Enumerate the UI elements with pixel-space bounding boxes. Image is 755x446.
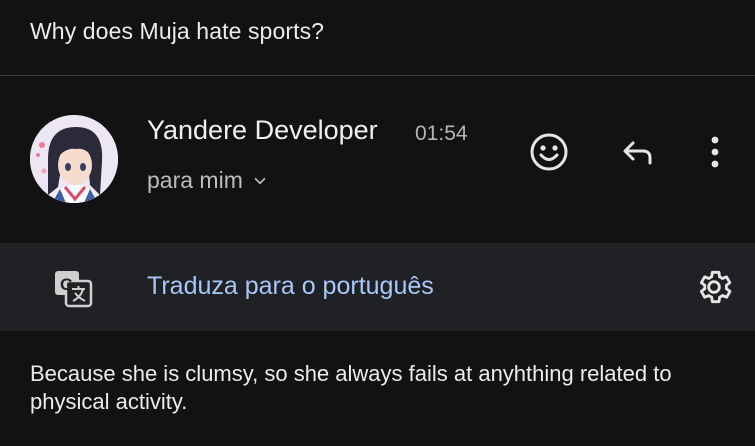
avatar[interactable] — [30, 115, 118, 203]
translate-bar: G Traduza para o português — [0, 243, 755, 331]
sender-name[interactable]: Yandere Developer — [147, 115, 378, 146]
sent-time: 01:54 — [415, 122, 468, 145]
message-header: Yandere Developer 01:54 para mim — [0, 77, 755, 243]
smiley-icon — [530, 133, 568, 171]
email-subject: Why does Muja hate sports? — [30, 18, 325, 44]
subject-bar: Why does Muja hate sports? — [0, 0, 755, 76]
message-body: Because she is clumsy, so she always fai… — [30, 361, 672, 414]
reply-icon — [623, 141, 652, 165]
recipient-label: para mim — [147, 167, 243, 193]
recipient-toggle[interactable]: para mim — [147, 167, 269, 194]
gear-icon — [699, 270, 732, 304]
google-translate-icon: G — [52, 267, 94, 309]
translate-link[interactable]: Traduza para o português — [147, 272, 434, 301]
chevron-down-icon — [254, 177, 266, 184]
svg-text:G: G — [60, 275, 73, 294]
avatar-image — [30, 115, 118, 203]
more-vertical-icon — [711, 136, 719, 168]
translate-settings-button[interactable] — [690, 263, 738, 311]
add-reaction-button[interactable] — [524, 127, 574, 177]
reply-button[interactable] — [612, 127, 662, 177]
more-options-button[interactable] — [690, 127, 740, 177]
email-view: Why does Muja hate sports? Yandere Devel… — [0, 0, 755, 446]
